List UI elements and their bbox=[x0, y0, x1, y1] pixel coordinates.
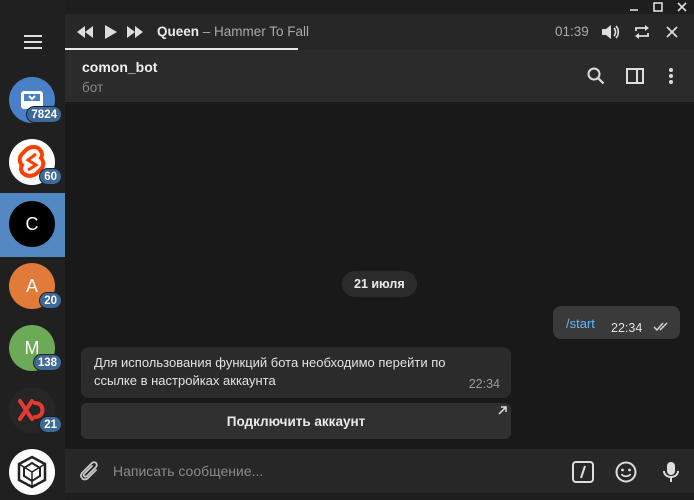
connect-account-button[interactable]: Подключить аккаунт bbox=[81, 403, 511, 439]
chat-m[interactable]: M 138 bbox=[0, 317, 65, 381]
bot-commands-button[interactable] bbox=[568, 457, 598, 487]
play-button[interactable] bbox=[99, 14, 123, 50]
chat-svelte[interactable]: 60 bbox=[0, 131, 65, 195]
message-text[interactable]: /start bbox=[566, 316, 595, 331]
previous-track-button[interactable] bbox=[73, 14, 97, 50]
rewind-icon bbox=[77, 26, 93, 38]
chat-saved[interactable]: 7824 bbox=[0, 69, 65, 133]
now-playing[interactable]: Queen – Hammer To Fall bbox=[157, 14, 309, 50]
outgoing-message[interactable]: /start 22:34 bbox=[553, 306, 680, 339]
message-input[interactable] bbox=[113, 459, 553, 483]
message-composer bbox=[65, 449, 694, 493]
volume-icon bbox=[602, 25, 620, 39]
slash-command-icon bbox=[572, 461, 594, 483]
play-icon bbox=[105, 25, 117, 39]
message-text: Для использования функций бота необходим… bbox=[94, 355, 446, 388]
search-button[interactable] bbox=[582, 62, 610, 90]
chat-a[interactable]: A 20 bbox=[0, 255, 65, 319]
chat-x[interactable]: 21 bbox=[0, 379, 65, 443]
emoji-icon bbox=[615, 461, 637, 483]
avatar bbox=[9, 449, 55, 495]
unread-badge: 60 bbox=[39, 168, 62, 185]
message-time: 22:34 bbox=[468, 377, 500, 391]
date-separator: 21 июля bbox=[342, 271, 417, 297]
chat-title[interactable]: comon_bot bbox=[82, 59, 157, 75]
chat-subtitle: бот bbox=[82, 80, 104, 95]
track-title: Hammer To Fall bbox=[214, 24, 310, 39]
chat-list-sidebar: 7824 60 C A 20 M 138 21 bbox=[0, 0, 65, 500]
chat-header: comon_bot бот bbox=[65, 50, 694, 103]
chat-geo[interactable] bbox=[0, 441, 65, 500]
chat-c[interactable]: C bbox=[0, 193, 65, 257]
unread-badge: 138 bbox=[32, 354, 62, 371]
search-icon bbox=[587, 67, 605, 85]
geometric-logo-icon bbox=[17, 455, 47, 489]
next-track-button[interactable] bbox=[123, 14, 147, 50]
fast-forward-icon bbox=[127, 26, 143, 38]
attach-button[interactable] bbox=[75, 457, 105, 487]
unread-badge: 7824 bbox=[26, 106, 62, 123]
track-time: 01:39 bbox=[555, 24, 589, 39]
bottom-strip bbox=[65, 493, 694, 500]
paperclip-icon bbox=[80, 461, 98, 481]
close-icon bbox=[666, 26, 678, 38]
message-area[interactable]: 21 июля /start 22:34 Для использования ф… bbox=[65, 104, 694, 449]
music-player-bar: Queen – Hammer To Fall 01:39 bbox=[65, 14, 694, 50]
menu-button[interactable] bbox=[0, 16, 65, 68]
hamburger-icon bbox=[23, 35, 42, 49]
avatar: C bbox=[9, 201, 55, 247]
more-options-button[interactable] bbox=[657, 62, 685, 90]
more-vertical-icon bbox=[669, 68, 673, 84]
sidebar-toggle-button[interactable] bbox=[621, 62, 649, 90]
incoming-message[interactable]: Для использования функций бота необходим… bbox=[81, 347, 511, 398]
voice-message-button[interactable] bbox=[656, 457, 686, 487]
track-separator: – bbox=[199, 24, 215, 39]
window-titlebar bbox=[0, 0, 694, 14]
close-player-button[interactable] bbox=[660, 14, 684, 50]
panel-icon bbox=[626, 68, 644, 84]
volume-button[interactable] bbox=[599, 14, 623, 50]
unread-badge: 20 bbox=[39, 292, 62, 309]
repeat-button[interactable] bbox=[630, 14, 654, 50]
double-check-icon bbox=[653, 322, 668, 332]
microphone-icon bbox=[663, 462, 679, 482]
message-time: 22:34 bbox=[611, 321, 643, 335]
close-button[interactable] bbox=[672, 0, 692, 14]
unread-badge: 21 bbox=[39, 416, 62, 433]
emoji-button[interactable] bbox=[611, 457, 641, 487]
track-artist: Queen bbox=[157, 24, 200, 39]
maximize-button[interactable] bbox=[648, 0, 668, 14]
inline-button-label: Подключить аккаунт bbox=[226, 413, 366, 429]
external-link-icon bbox=[498, 406, 507, 415]
repeat-icon bbox=[635, 25, 649, 39]
minimize-button[interactable] bbox=[624, 0, 644, 14]
